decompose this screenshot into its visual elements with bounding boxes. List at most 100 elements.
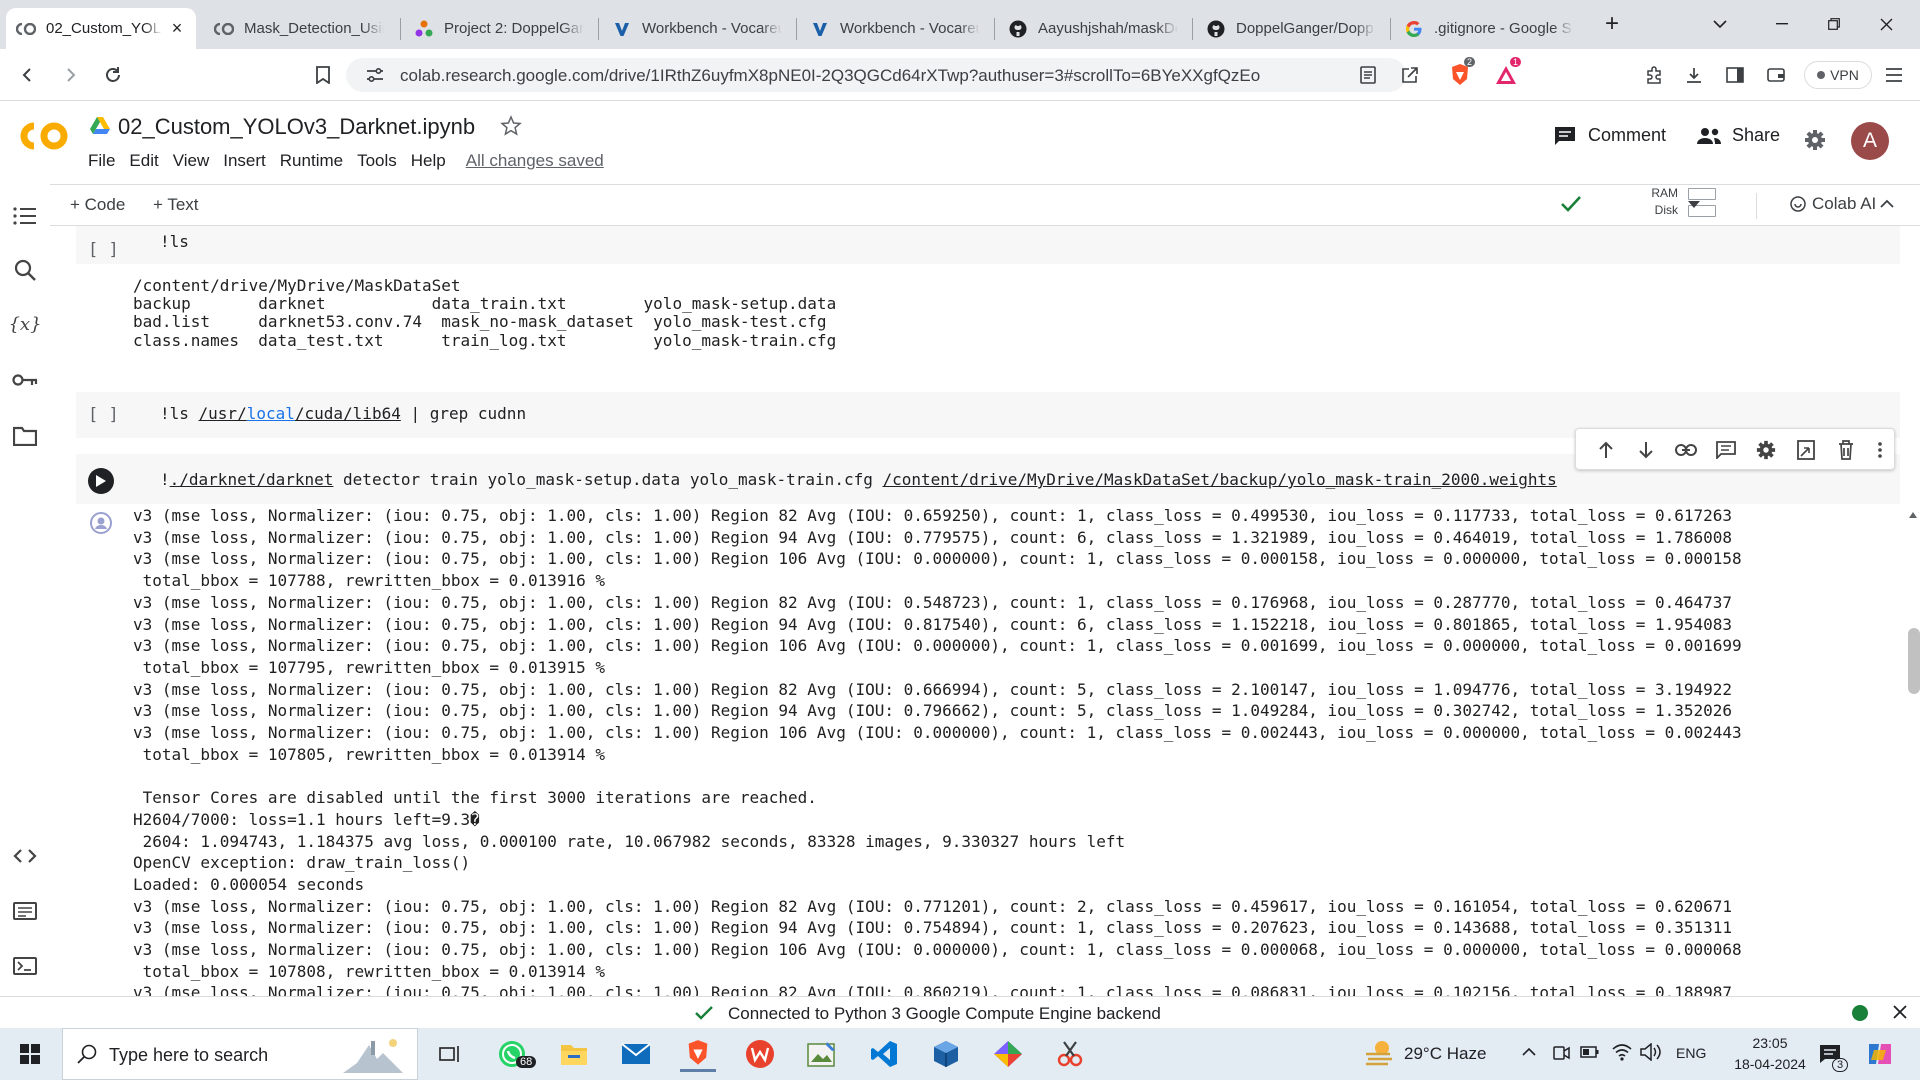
runtime-dropdown-icon[interactable] xyxy=(1688,201,1700,209)
menu-insert[interactable]: Insert xyxy=(223,151,266,171)
menu-runtime[interactable]: Runtime xyxy=(280,151,343,171)
wps-office-icon[interactable] xyxy=(742,1036,778,1072)
prism-launcher-icon[interactable] xyxy=(990,1036,1026,1072)
code-text[interactable]: !ls /usr/local/cuda/lib64 | grep cudnn xyxy=(160,404,526,423)
cell-settings-gear-icon[interactable] xyxy=(1754,438,1778,462)
mail-icon[interactable] xyxy=(618,1036,654,1072)
run-cell-bracket[interactable]: [ ] xyxy=(88,405,119,425)
secrets-key-icon[interactable] xyxy=(11,366,39,394)
code-cell-ls[interactable]: [ ] !ls xyxy=(76,226,1900,264)
more-vert-icon[interactable] xyxy=(1868,438,1892,462)
brave-browser-icon[interactable] xyxy=(680,1036,716,1072)
download-icon[interactable] xyxy=(1678,59,1710,91)
code-snippets-icon[interactable] xyxy=(11,842,39,870)
code-path-link[interactable]: /content/drive/MyDrive/MaskDataSet/backu… xyxy=(882,470,1556,489)
close-icon[interactable]: × xyxy=(168,18,186,38)
code-path-link[interactable]: ./darknet/darknet xyxy=(170,470,334,489)
language-indicator[interactable]: ENG xyxy=(1676,1045,1706,1061)
star-icon[interactable] xyxy=(500,115,522,137)
code-path-link[interactable]: /cuda/lib64 xyxy=(295,404,401,423)
tab-github-maskde[interactable]: Aayushjshah/maskDe xyxy=(998,8,1188,49)
menu-file[interactable]: File xyxy=(88,151,115,171)
comment-button[interactable]: Comment xyxy=(1554,125,1666,146)
mirror-cell-icon[interactable] xyxy=(1794,438,1818,462)
restore-icon[interactable] xyxy=(1814,9,1854,39)
scrollbar-thumb[interactable] xyxy=(1908,628,1920,694)
windows-start-icon[interactable] xyxy=(12,1036,48,1072)
reader-mode-icon[interactable] xyxy=(1352,59,1384,91)
files-folder-icon[interactable] xyxy=(11,422,39,450)
tab-gitignore[interactable]: .gitignore - Google S xyxy=(1394,8,1584,49)
bookmark-icon[interactable] xyxy=(307,59,339,91)
url-text[interactable]: colab.research.google.com/drive/1IRthZ6u… xyxy=(400,66,1260,86)
add-code-button[interactable]: + Code xyxy=(70,195,125,215)
code-path-link[interactable]: local xyxy=(247,404,295,423)
taskbar-search[interactable]: Type here to search xyxy=(62,1028,418,1080)
link-icon[interactable] xyxy=(1674,438,1698,462)
battery-icon[interactable] xyxy=(1580,1045,1600,1059)
run-cell-bracket[interactable]: [ ] xyxy=(88,240,119,260)
connected-check-icon[interactable] xyxy=(1560,195,1582,213)
variables-icon[interactable]: {x} xyxy=(8,310,41,338)
weather-haze-icon[interactable] xyxy=(1364,1038,1396,1068)
menu-edit[interactable]: Edit xyxy=(129,151,158,171)
meet-now-icon[interactable] xyxy=(1552,1043,1570,1063)
tab-mask-detection[interactable]: Mask_Detection_Usin xyxy=(204,8,394,49)
code-path-link[interactable]: /usr/ xyxy=(199,404,247,423)
virtualbox-icon[interactable] xyxy=(928,1036,964,1072)
tab-02-custom-yolo[interactable]: 02_Custom_YOLO × xyxy=(6,8,196,49)
menu-help[interactable]: Help xyxy=(411,151,446,171)
add-text-button[interactable]: + Text xyxy=(153,195,199,215)
wallet-icon[interactable] xyxy=(1760,59,1792,91)
forward-arrow-icon[interactable] xyxy=(54,59,86,91)
hamburger-menu-icon[interactable] xyxy=(1878,59,1910,91)
scroll-up-arrow-icon[interactable] xyxy=(1909,512,1917,518)
notifications-icon[interactable]: 3 xyxy=(1812,1036,1849,1072)
site-settings-icon[interactable] xyxy=(366,67,384,83)
collapse-chevron-icon[interactable] xyxy=(1880,199,1894,208)
clock[interactable]: 23:05 18-04-2024 xyxy=(1722,1033,1818,1075)
whatsapp-icon[interactable]: 68 xyxy=(494,1036,537,1072)
wifi-icon[interactable] xyxy=(1612,1043,1632,1061)
command-palette-icon[interactable] xyxy=(11,897,39,925)
volume-icon[interactable] xyxy=(1640,1043,1662,1061)
tab-project-doppelganger[interactable]: Project 2: DoppelGan xyxy=(404,8,594,49)
move-down-icon[interactable] xyxy=(1634,438,1658,462)
code-text[interactable]: !./darknet/darknet detector train yolo_m… xyxy=(160,470,1557,489)
resource-monitor[interactable]: RAM Disk xyxy=(1648,185,1720,219)
vscode-icon[interactable] xyxy=(866,1036,902,1072)
menu-view[interactable]: View xyxy=(173,151,210,171)
weather-text[interactable]: 29°C Haze xyxy=(1404,1044,1486,1064)
brave-shields-icon[interactable]: 2 xyxy=(1444,57,1476,91)
address-bar[interactable]: colab.research.google.com/drive/1IRthZ6u… xyxy=(346,58,1406,92)
colab-logo[interactable] xyxy=(14,118,72,154)
extensions-icon[interactable] xyxy=(1638,59,1670,91)
tab-search-chevron-icon[interactable] xyxy=(1700,9,1740,39)
notebook-title[interactable]: 02_Custom_YOLOv3_Darknet.ipynb xyxy=(118,114,475,140)
snipping-tool-icon[interactable] xyxy=(1052,1036,1088,1072)
colab-ai-button[interactable]: Colab AI xyxy=(1790,194,1876,214)
comment-cell-icon[interactable] xyxy=(1714,438,1738,462)
tray-overflow-chevron-icon[interactable] xyxy=(1522,1047,1536,1056)
save-status[interactable]: All changes saved xyxy=(466,151,604,171)
new-tab-button[interactable]: + xyxy=(1592,9,1632,39)
sidebar-icon[interactable] xyxy=(1719,59,1751,91)
share-button[interactable]: Share xyxy=(1696,125,1780,146)
move-up-icon[interactable] xyxy=(1594,438,1618,462)
avatar[interactable]: A xyxy=(1851,122,1889,160)
minimize-icon[interactable] xyxy=(1762,9,1802,39)
share-page-icon[interactable] xyxy=(1394,59,1426,91)
brave-rewards-icon[interactable]: 1 xyxy=(1490,57,1522,91)
code-text[interactable]: !ls xyxy=(160,232,189,251)
settings-gear-icon[interactable] xyxy=(1804,129,1826,151)
search-icon[interactable] xyxy=(11,256,39,284)
graphics-editor-icon[interactable] xyxy=(804,1036,840,1072)
tab-workbench-1[interactable]: Workbench - Vocareu xyxy=(602,8,792,49)
copilot-icon[interactable] xyxy=(1862,1036,1898,1072)
close-status-icon[interactable] xyxy=(1893,1005,1907,1019)
tab-github-doppelganger[interactable]: DoppelGanger/Dopp xyxy=(1196,8,1386,49)
output-scrollbar[interactable] xyxy=(1906,508,1920,996)
task-view-icon[interactable] xyxy=(432,1036,468,1072)
file-explorer-icon[interactable] xyxy=(556,1036,592,1072)
table-of-contents-icon[interactable] xyxy=(11,202,39,230)
